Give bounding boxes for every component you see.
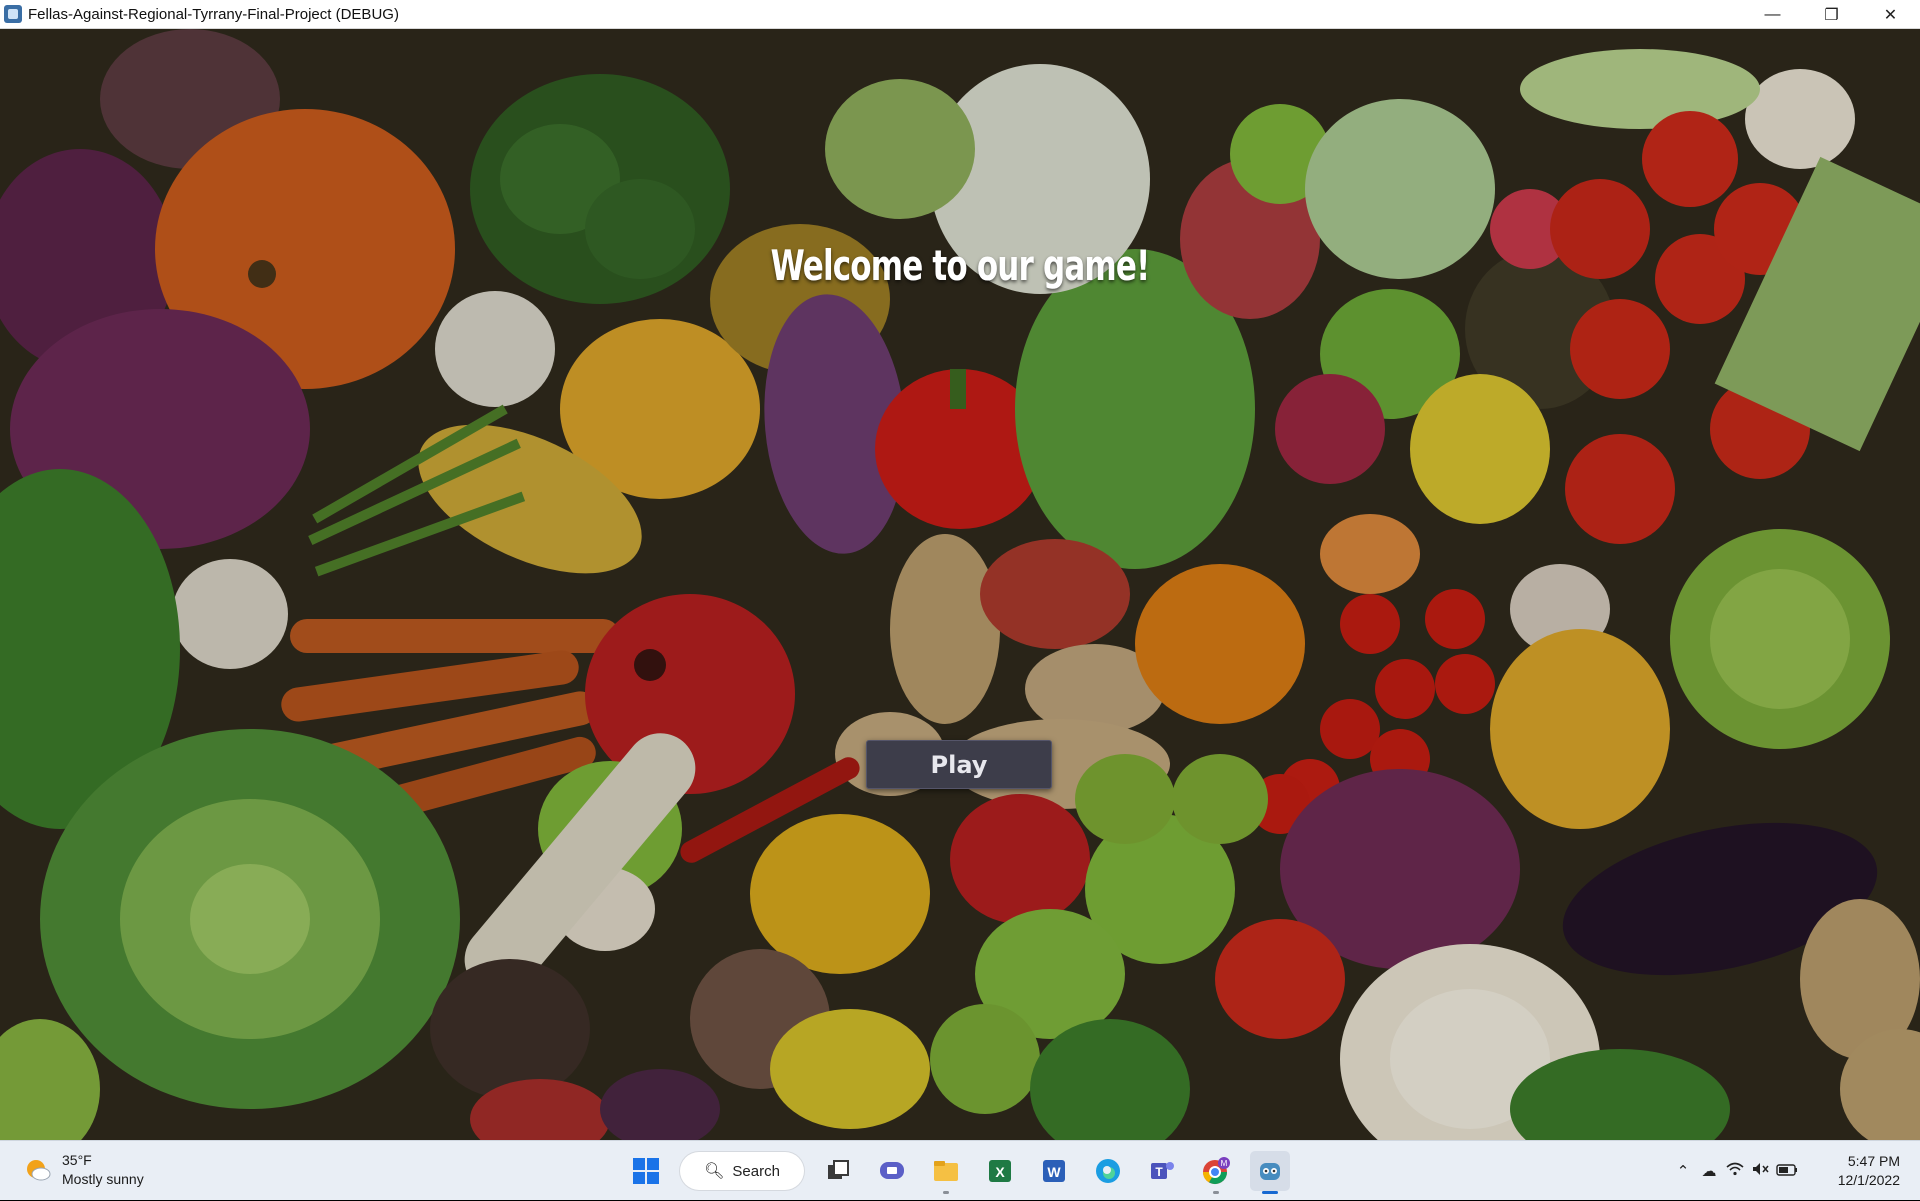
window-controls: — ❐ ✕	[1743, 0, 1920, 29]
chrome-icon[interactable]: M	[1196, 1151, 1236, 1194]
weather-temperature: 35°F	[62, 1152, 92, 1168]
svg-text:T: T	[1155, 1165, 1163, 1179]
godot-icon[interactable]	[1250, 1151, 1290, 1194]
teams-icon[interactable]: T	[1142, 1151, 1182, 1191]
clock[interactable]: 5:47 PM 12/1/2022	[1816, 1152, 1900, 1190]
running-indicator	[1213, 1191, 1219, 1194]
battery-icon[interactable]	[1774, 1163, 1800, 1180]
taskbar-apps: 🔍︎ Search X W T M	[626, 1150, 1290, 1194]
taskbar: 35°F Mostly sunny 🔍︎ Search X W T M ⌃ ☁︎…	[0, 1140, 1920, 1200]
sun-cloud-icon	[24, 1156, 52, 1184]
weather-condition: Mostly sunny	[62, 1171, 144, 1187]
svg-text:W: W	[1047, 1164, 1061, 1180]
wifi-icon[interactable]	[1722, 1162, 1748, 1180]
chevron-up-icon[interactable]: ⌃	[1670, 1162, 1696, 1180]
vegetables-background	[0, 29, 1920, 1140]
onedrive-icon[interactable]: ☁︎	[1696, 1162, 1722, 1180]
chrome-profile-badge: M	[1221, 1159, 1228, 1168]
word-icon[interactable]: W	[1034, 1151, 1074, 1191]
window-title: Fellas-Against-Regional-Tyrrany-Final-Pr…	[28, 5, 399, 23]
file-explorer-icon[interactable]	[926, 1151, 966, 1194]
close-button[interactable]: ✕	[1861, 0, 1920, 29]
speaker-muted-icon[interactable]	[1748, 1162, 1774, 1180]
task-view-icon[interactable]	[818, 1151, 858, 1191]
restore-button[interactable]: ❐	[1802, 0, 1861, 29]
chat-icon[interactable]	[872, 1151, 912, 1191]
app-icon	[4, 5, 22, 23]
search-label: Search	[732, 1162, 780, 1180]
active-indicator	[1262, 1191, 1278, 1194]
svg-text:X: X	[995, 1164, 1005, 1180]
welcome-heading: Welcome to our game!	[770, 241, 1151, 290]
game-viewport[interactable]: Welcome to our game! Play	[0, 29, 1920, 1140]
excel-icon[interactable]: X	[980, 1151, 1020, 1191]
clock-date: 12/1/2022	[1837, 1172, 1900, 1188]
window-titlebar[interactable]: Fellas-Against-Regional-Tyrrany-Final-Pr…	[0, 0, 1920, 29]
start-icon[interactable]	[626, 1151, 666, 1191]
search-button[interactable]: 🔍︎ Search	[680, 1152, 804, 1190]
running-indicator	[943, 1191, 949, 1194]
minimize-button[interactable]: —	[1743, 0, 1802, 29]
play-button[interactable]: Play	[866, 740, 1052, 789]
search-icon: 🔍︎	[704, 1163, 725, 1180]
edge-icon[interactable]	[1088, 1151, 1128, 1191]
system-tray: ⌃ ☁︎ 5:47 PM 12/1/2022	[1670, 1141, 1920, 1201]
weather-widget[interactable]: 35°F Mostly sunny	[24, 1151, 144, 1189]
clock-time: 5:47 PM	[1847, 1153, 1900, 1169]
